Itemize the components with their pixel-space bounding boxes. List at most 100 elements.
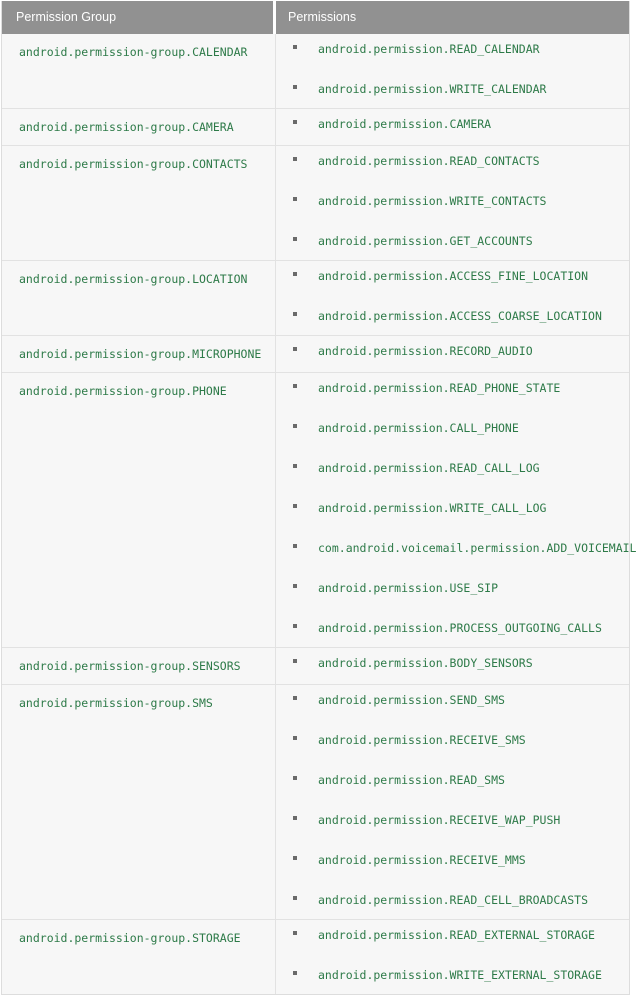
permission-name: android.permission.READ_CELL_BROADCASTS xyxy=(318,893,589,907)
list-item: android.permission.PROCESS_OUTGOING_CALL… xyxy=(276,619,621,637)
permission-list: android.permission.READ_CALENDAR android.… xyxy=(276,40,621,98)
list-item: android.permission.RECEIVE_MMS xyxy=(276,851,621,869)
permission-group-cell: android.permission-group.CALENDAR xyxy=(2,34,276,108)
permission-list: android.permission.SEND_SMS android.permi… xyxy=(276,691,621,909)
list-item: com.android.voicemail.permission.ADD_VOI… xyxy=(276,539,637,557)
list-item: android.permission.READ_CALENDAR xyxy=(276,40,621,58)
permission-name: android.permission.CALL_PHONE xyxy=(318,421,519,435)
permission-group-name: android.permission-group.CAMERA xyxy=(19,120,234,134)
list-item: android.permission.GET_ACCOUNTS xyxy=(276,232,621,250)
table-row: android.permission-group.MICROPHONE andro… xyxy=(2,335,629,372)
bullet-square-icon xyxy=(293,856,297,860)
table-row: android.permission-group.CAMERA android.p… xyxy=(2,108,629,145)
permission-list: android.permission.CAMERA xyxy=(276,115,621,133)
bullet-square-icon xyxy=(293,504,297,508)
permission-group-cell: android.permission-group.SENSORS xyxy=(2,647,276,684)
permission-group-cell: android.permission-group.LOCATION xyxy=(2,260,276,335)
permission-name: android.permission.WRITE_CONTACTS xyxy=(318,194,547,208)
list-item: android.permission.CAMERA xyxy=(276,115,621,133)
table-header: Permission Group Permissions xyxy=(2,1,629,34)
bullet-square-icon xyxy=(293,45,297,49)
bullet-square-icon xyxy=(293,312,297,316)
bullet-square-icon xyxy=(293,816,297,820)
permission-group-cell: android.permission-group.MICROPHONE xyxy=(2,335,276,372)
permission-list: android.permission.READ_CONTACTS android.… xyxy=(276,152,621,250)
permissions-cell: android.permission.READ_EXTERNAL_STORAGE… xyxy=(276,919,629,994)
permission-group-cell: android.permission-group.CAMERA xyxy=(2,108,276,145)
table-row: android.permission-group.CALENDAR android… xyxy=(2,34,629,108)
bullet-square-icon xyxy=(293,464,297,468)
permission-name: android.permission.CAMERA xyxy=(318,117,492,131)
permission-name: android.permission.READ_CALL_LOG xyxy=(318,461,540,475)
list-item: android.permission.WRITE_CALENDAR xyxy=(276,80,621,98)
permission-name: android.permission.ACCESS_COARSE_LOCATIO… xyxy=(318,309,602,323)
permission-group-cell: android.permission-group.STORAGE xyxy=(2,919,276,994)
bullet-square-icon xyxy=(293,197,297,201)
list-item: android.permission.READ_CELL_BROADCASTS xyxy=(276,891,621,909)
table-row: android.permission-group.PHONE android.pe… xyxy=(2,372,637,647)
list-item: android.permission.WRITE_CONTACTS xyxy=(276,192,621,210)
bullet-square-icon xyxy=(293,237,297,241)
table-row: android.permission-group.CONTACTS android… xyxy=(2,145,629,260)
bullet-square-icon xyxy=(293,584,297,588)
list-item: android.permission.READ_CALL_LOG xyxy=(276,459,621,477)
permission-group-cell: android.permission-group.PHONE xyxy=(2,372,276,647)
bullet-square-icon xyxy=(293,931,297,935)
permission-list: android.permission.ACCESS_FINE_LOCATIONa… xyxy=(276,267,621,325)
permissions-cell: android.permission.ACCESS_FINE_LOCATIONa… xyxy=(276,260,629,335)
permission-name: android.permission.READ_PHONE_STATE xyxy=(318,381,561,395)
permission-name: android.permission.READ_CALENDAR xyxy=(318,42,540,56)
column-header-permissions: Permissions xyxy=(276,1,629,34)
table-body: android.permission-group.CALENDAR android… xyxy=(2,34,637,994)
bullet-square-icon xyxy=(293,624,297,628)
permissions-cell: android.permission.READ_PHONE_STATEandro… xyxy=(276,372,637,647)
permission-name: android.permission.WRITE_CALENDAR xyxy=(318,82,547,96)
permission-group-name: android.permission-group.PHONE xyxy=(19,384,227,398)
bullet-square-icon xyxy=(293,696,297,700)
column-header-permission-group: Permission Group xyxy=(2,1,276,34)
bullet-square-icon xyxy=(293,544,297,548)
permission-groups-table: Permission Group Permissions android.per… xyxy=(1,1,637,995)
list-item: android.permission.RECEIVE_WAP_PUSH xyxy=(276,811,621,829)
permission-name: android.permission.READ_SMS xyxy=(318,773,505,787)
permission-group-name: android.permission-group.SMS xyxy=(19,696,213,710)
bullet-square-icon xyxy=(293,659,297,663)
permissions-cell: android.permission.CAMERA xyxy=(276,108,629,145)
list-item: android.permission.WRITE_EXTERNAL_STORAG… xyxy=(276,966,621,984)
permission-list: android.permission.READ_PHONE_STATEandro… xyxy=(276,379,637,637)
permissions-cell: android.permission.READ_CONTACTS android.… xyxy=(276,145,629,260)
permission-name: android.permission.RECEIVE_WAP_PUSH xyxy=(318,813,561,827)
list-item: android.permission.RECEIVE_SMS xyxy=(276,731,621,749)
list-item: android.permission.CALL_PHONE xyxy=(276,419,621,437)
permission-name: android.permission.SEND_SMS xyxy=(318,693,505,707)
bullet-square-icon xyxy=(293,776,297,780)
permission-group-name: android.permission-group.SENSORS xyxy=(19,659,241,673)
list-item: android.permission.ACCESS_COARSE_LOCATIO… xyxy=(276,307,621,325)
permission-name: android.permission.RECEIVE_MMS xyxy=(318,853,526,867)
permission-list: android.permission.READ_EXTERNAL_STORAGE… xyxy=(276,926,621,984)
list-item: android.permission.BODY_SENSORS xyxy=(276,654,621,672)
permission-name: android.permission.GET_ACCOUNTS xyxy=(318,234,533,248)
list-item: android.permission.ACCESS_FINE_LOCATION xyxy=(276,267,621,285)
permission-name: com.android.voicemail.permission.ADD_VOI… xyxy=(318,541,637,555)
permission-name: android.permission.PROCESS_OUTGOING_CALL… xyxy=(318,621,602,635)
permission-list: android.permission.BODY_SENSORS xyxy=(276,654,621,672)
permission-group-cell: android.permission-group.CONTACTS xyxy=(2,145,276,260)
permission-name: android.permission.READ_EXTERNAL_STORAGE xyxy=(318,928,595,942)
permission-group-name: android.permission-group.CONTACTS xyxy=(19,157,248,171)
bullet-square-icon xyxy=(293,85,297,89)
permission-table-container: Permission Group Permissions android.per… xyxy=(0,0,639,1001)
list-item: android.permission.READ_PHONE_STATE xyxy=(276,379,621,397)
table-header-row: Permission Group Permissions xyxy=(2,1,629,34)
permissions-cell: android.permission.RECORD_AUDIO xyxy=(276,335,629,372)
table-row: android.permission-group.LOCATION android… xyxy=(2,260,629,335)
list-item: android.permission.RECORD_AUDIO xyxy=(276,342,621,360)
permission-name: android.permission.WRITE_CALL_LOG xyxy=(318,501,547,515)
table-row: android.permission-group.STORAGE android.… xyxy=(2,919,629,994)
permission-name: android.permission.RECORD_AUDIO xyxy=(318,344,533,358)
bullet-square-icon xyxy=(293,384,297,388)
permission-name: android.permission.RECEIVE_SMS xyxy=(318,733,526,747)
permission-group-name: android.permission-group.CALENDAR xyxy=(19,45,248,59)
list-item: android.permission.USE_SIP xyxy=(276,579,621,597)
permissions-cell: android.permission.READ_CALENDAR android.… xyxy=(276,34,629,108)
